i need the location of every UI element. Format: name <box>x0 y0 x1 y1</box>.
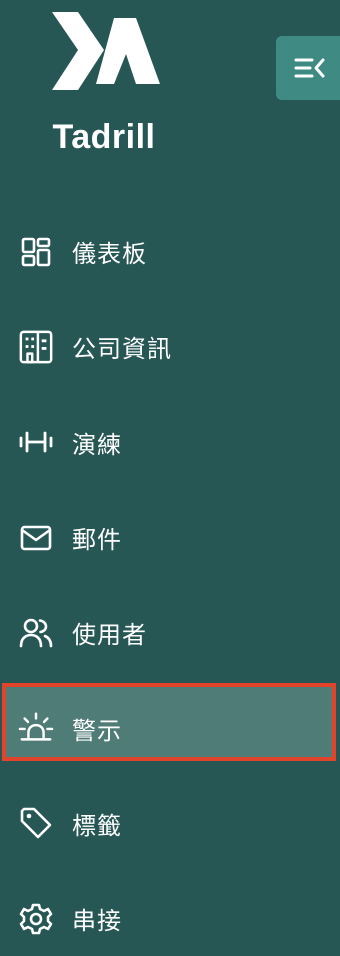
menu-collapse-icon <box>294 58 325 78</box>
dashboard-icon <box>18 234 54 270</box>
sidebar-item-dashboard[interactable]: 儀表板 <box>0 204 340 299</box>
sidebar-item-label: 使用者 <box>72 621 147 650</box>
sidebar-item-label: 警示 <box>72 716 122 745</box>
sidebar-item-integrations[interactable]: 串接 <box>0 871 340 956</box>
brand-name: Tadrill <box>52 118 156 156</box>
sidebar-item-label: 演練 <box>72 430 122 459</box>
sidebar-item-mail[interactable]: 郵件 <box>0 490 340 585</box>
sidebar-item-label: 儀表板 <box>72 240 147 269</box>
tadrill-logo-icon <box>52 12 160 90</box>
users-icon <box>18 615 54 651</box>
sidebar-item-drills[interactable]: 演練 <box>0 395 340 490</box>
alert-siren-icon <box>18 710 54 746</box>
mail-icon <box>18 520 54 556</box>
building-icon <box>18 329 54 365</box>
sidebar-item-label: 標籤 <box>72 811 122 840</box>
sidebar: Tadrill 儀表板 公司資訊 演練 郵件 使用者 警示 標籤 串接 <box>0 0 340 956</box>
sidebar-item-label: 串接 <box>72 907 122 936</box>
sidebar-item-alerts[interactable]: 警示 <box>0 680 340 775</box>
settings-gear-icon <box>18 901 54 937</box>
sidebar-item-label: 郵件 <box>72 526 122 555</box>
sidebar-nav: 儀表板 公司資訊 演練 郵件 使用者 警示 標籤 串接 <box>0 204 340 956</box>
sidebar-item-label: 公司資訊 <box>72 335 172 364</box>
sidebar-item-users[interactable]: 使用者 <box>0 585 340 680</box>
sidebar-item-tags[interactable]: 標籤 <box>0 776 340 871</box>
sidebar-collapse-button[interactable] <box>276 36 340 100</box>
dumbbell-icon <box>18 424 54 460</box>
sidebar-item-company-info[interactable]: 公司資訊 <box>0 299 340 394</box>
tag-icon <box>18 805 54 841</box>
brand-logo[interactable]: Tadrill <box>44 10 164 156</box>
